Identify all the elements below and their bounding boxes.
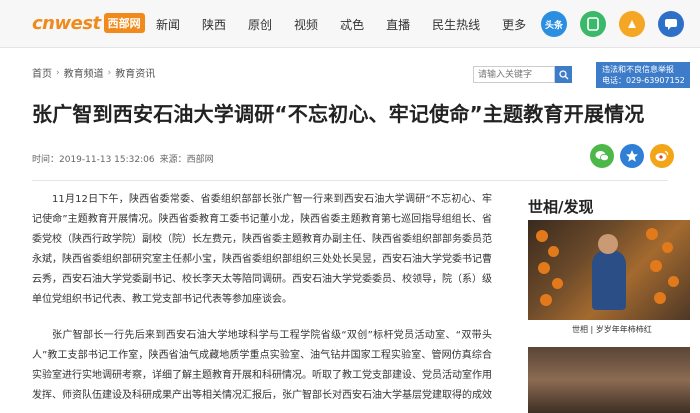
article-source: 来源：西部网 xyxy=(159,155,214,165)
meta-divider xyxy=(32,180,668,181)
breadcrumb: 首页 › 教育频道 › 教育资讯 xyxy=(32,65,155,81)
breadcrumb-education-news[interactable]: 教育资讯 xyxy=(115,65,155,80)
chevron-right-icon: › xyxy=(107,67,112,78)
publish-time: 时间：2019-11-13 15:32:06 xyxy=(32,155,155,165)
nav-item-live[interactable]: 直播 xyxy=(386,16,410,33)
share-buttons xyxy=(584,144,674,168)
hotline-label: 违法和不良信息举报 xyxy=(602,65,674,74)
report-hotline-banner[interactable]: 违法和不良信息举报 电话：029-63907152 xyxy=(596,62,690,88)
qzone-share-icon[interactable] xyxy=(620,144,644,168)
weibo-app-icon[interactable] xyxy=(619,11,645,37)
logo-text: cnwest xyxy=(32,12,101,34)
chat-app-icon[interactable] xyxy=(658,11,684,37)
page-title: 张广智到西安石油大学调研“不忘初心、牢记使命”主题教育开展情况 xyxy=(32,102,645,126)
featured-image[interactable] xyxy=(528,220,690,320)
article-body: 11月12日下午，陕西省委常委、省委组织部部长张广智一行来到西安石油大学调研“不… xyxy=(32,190,492,413)
weibo-share-icon[interactable] xyxy=(650,144,674,168)
app-icons: 头条 xyxy=(528,11,684,37)
nav-item-shaanxi[interactable]: 陕西 xyxy=(202,16,226,33)
nav-item-more[interactable]: 更多 xyxy=(502,16,526,33)
article-paragraph: 11月12日下午，陕西省委常委、省委组织部部长张广智一行来到西安石油大学调研“不… xyxy=(32,194,492,305)
breadcrumb-education[interactable]: 教育频道 xyxy=(64,65,104,80)
nav-item-original[interactable]: 原创 xyxy=(248,16,272,33)
search-icon xyxy=(558,69,568,79)
image-caption[interactable]: 世相 | 岁岁年年柿柿红 xyxy=(572,324,652,335)
article-paragraph: 张广智部长一行先后来到西安石油大学地球科学与工程学院省级“双创”标杆党员活动室、… xyxy=(32,330,492,401)
nav-item-special[interactable]: 忒色 xyxy=(340,16,364,33)
search-button[interactable] xyxy=(555,66,572,83)
top-nav-bar: cnwest 西部网 新闻 陕西 原创 视频 忒色 直播 民生热线 更多 头条 xyxy=(0,0,700,48)
featured-image-2[interactable] xyxy=(528,347,690,413)
search-input[interactable] xyxy=(473,66,555,83)
hotline-phone: 电话：029-63907152 xyxy=(602,76,685,85)
nav-item-news[interactable]: 新闻 xyxy=(156,16,180,33)
main-nav: 新闻 陕西 原创 视频 忒色 直播 民生热线 更多 xyxy=(156,16,548,33)
chevron-right-icon: › xyxy=(56,67,60,78)
logo-cn-badge: 西部网 xyxy=(103,13,145,33)
site-logo[interactable]: cnwest 西部网 xyxy=(32,12,145,34)
toutiao-icon[interactable]: 头条 xyxy=(541,11,567,37)
sidebar-title: 世相/发现 xyxy=(528,198,594,216)
wechat-share-icon[interactable] xyxy=(590,144,614,168)
article-meta: 时间：2019-11-13 15:32:06 来源：西部网 xyxy=(32,152,219,165)
nav-item-video[interactable]: 视频 xyxy=(294,16,318,33)
breadcrumb-home[interactable]: 首页 xyxy=(32,65,52,80)
app-icon[interactable] xyxy=(580,11,606,37)
nav-item-hotline[interactable]: 民生热线 xyxy=(432,16,480,33)
